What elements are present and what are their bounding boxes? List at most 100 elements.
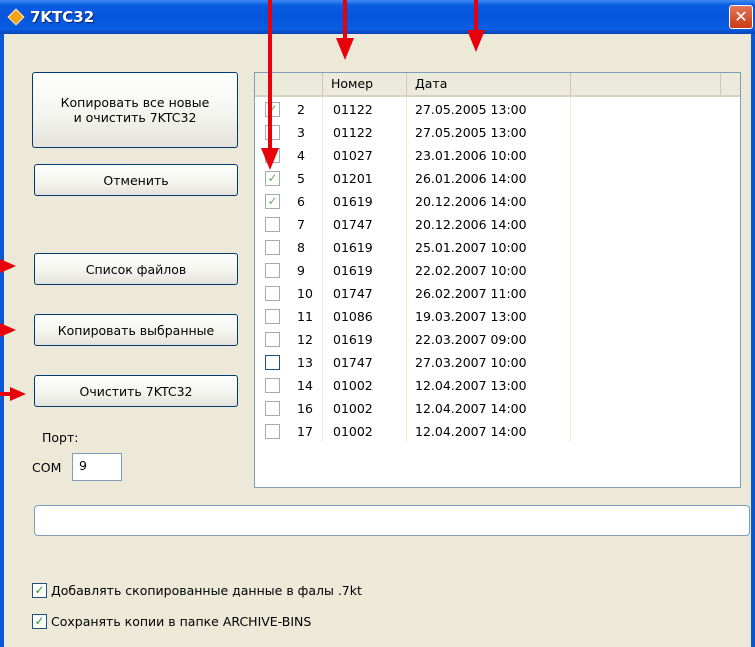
cancel-button[interactable]: Отменить (34, 164, 238, 196)
copy-all-and-clear-button[interactable]: Копировать все новые и очистить 7KTC32 (32, 72, 238, 148)
row-index: 12 (297, 332, 313, 347)
table-row[interactable]: 12 01619 22.03.2007 09:00 (255, 328, 740, 351)
table-row[interactable]: 7 01747 20.12.2006 14:00 (255, 213, 740, 236)
row-checkbox[interactable] (265, 217, 280, 232)
row-checkbox[interactable] (265, 286, 280, 301)
row-date: 26.02.2007 11:00 (415, 286, 527, 301)
annotation-arrow-head (10, 387, 26, 401)
annotation-arrow-shaft (268, 0, 272, 150)
row-date: 23.01.2006 10:00 (415, 148, 527, 163)
table-row[interactable]: ✓ 6 01619 20.12.2006 14:00 (255, 190, 740, 213)
copy-selected-button[interactable]: Копировать выбранные (34, 314, 238, 346)
row-checkbox[interactable]: ✓ (265, 194, 280, 209)
row-index: 3 (297, 125, 305, 140)
row-checkbox[interactable] (265, 401, 280, 416)
row-index: 11 (297, 309, 313, 324)
header-check-column[interactable] (255, 73, 323, 95)
row-index: 10 (297, 286, 313, 301)
table-row[interactable]: 14 01002 12.04.2007 13:00 (255, 374, 740, 397)
row-number: 01122 (333, 125, 373, 140)
file-listview[interactable]: Номер Дата ✓ 2 01122 27.05.2005 13:00 3 01122… (254, 72, 741, 488)
annotation-arrow-head (261, 148, 279, 170)
row-date: 20.12.2006 14:00 (415, 217, 527, 232)
row-number: 01747 (333, 217, 373, 232)
header-empty-column[interactable] (571, 73, 721, 95)
row-date: 12.04.2007 14:00 (415, 401, 527, 416)
row-number: 01201 (333, 171, 373, 186)
row-number: 01086 (333, 309, 373, 324)
table-row[interactable]: ✓ 2 01122 27.05.2005 13:00 (255, 98, 740, 121)
table-row[interactable]: ✓ 5 01201 26.01.2006 14:00 (255, 167, 740, 190)
list-header: Номер Дата (255, 73, 740, 97)
row-index: 8 (297, 240, 305, 255)
row-checkbox[interactable]: ✓ (265, 171, 280, 186)
title-bar[interactable]: 7KTC32 ✕ (0, 0, 755, 34)
row-number: 01002 (333, 424, 373, 439)
row-number: 01619 (333, 194, 373, 209)
com-prefix: COM (32, 460, 62, 475)
row-number: 01027 (333, 148, 373, 163)
row-number: 01619 (333, 263, 373, 278)
row-date: 27.05.2005 13:00 (415, 102, 527, 117)
row-number: 01002 (333, 378, 373, 393)
table-row[interactable]: 13 01747 27.03.2007 10:00 (255, 351, 740, 374)
window-title: 7KTC32 (30, 8, 95, 26)
port-label: Порт: (42, 430, 79, 445)
row-index: 4 (297, 148, 305, 163)
table-row[interactable]: 17 01002 12.04.2007 14:00 (255, 420, 740, 443)
annotation-arrow-head (336, 38, 354, 60)
archive-copies-checkbox[interactable]: ✓ (32, 613, 47, 629)
archive-copies-option[interactable]: ✓ Сохранять копии в папке ARCHIVE-BINS (32, 612, 311, 630)
row-number: 01002 (333, 401, 373, 416)
row-index: 17 (297, 424, 313, 439)
row-checkbox[interactable] (265, 309, 280, 324)
table-row[interactable]: 9 01619 22.02.2007 10:00 (255, 259, 740, 282)
row-checkbox[interactable] (265, 378, 280, 393)
header-number[interactable]: Номер (323, 73, 407, 95)
row-index: 14 (297, 378, 313, 393)
file-list-button[interactable]: Список файлов (34, 253, 238, 285)
table-row[interactable]: 16 01002 12.04.2007 14:00 (255, 397, 740, 420)
annotation-arrow-head (467, 30, 485, 52)
row-date: 27.05.2005 13:00 (415, 125, 527, 140)
row-date: 12.04.2007 14:00 (415, 424, 527, 439)
close-button[interactable]: ✕ (729, 5, 753, 29)
row-date: 12.04.2007 13:00 (415, 378, 527, 393)
table-row[interactable]: 8 01619 25.01.2007 10:00 (255, 236, 740, 259)
row-checkbox[interactable] (265, 263, 280, 278)
row-date: 20.12.2006 14:00 (415, 194, 527, 209)
table-row[interactable]: 3 01122 27.05.2005 13:00 (255, 121, 740, 144)
row-date: 19.03.2007 13:00 (415, 309, 527, 324)
row-date: 22.02.2007 10:00 (415, 263, 527, 278)
main-window: 7KTC32 ✕ Копировать все новые и очистить… (0, 0, 755, 647)
append-7kt-option[interactable]: ✓ Добавлять скопированные данные в фалы … (32, 581, 362, 599)
row-checkbox[interactable] (265, 332, 280, 347)
row-index: 13 (297, 355, 313, 370)
row-index: 5 (297, 171, 305, 186)
row-checkbox[interactable] (265, 240, 280, 255)
table-row[interactable]: 11 01086 19.03.2007 13:00 (255, 305, 740, 328)
row-number: 01747 (333, 355, 373, 370)
row-index: 7 (297, 217, 305, 232)
table-row[interactable]: 10 01747 26.02.2007 11:00 (255, 282, 740, 305)
append-7kt-checkbox[interactable]: ✓ (32, 582, 47, 598)
row-number: 01619 (333, 240, 373, 255)
row-checkbox[interactable] (265, 355, 280, 370)
annotation-arrow-shaft (343, 0, 347, 40)
row-date: 27.03.2007 10:00 (415, 355, 527, 370)
row-index: 9 (297, 263, 305, 278)
row-date: 22.03.2007 09:00 (415, 332, 527, 347)
header-date[interactable]: Дата (407, 73, 571, 95)
annotation-arrow-shaft (474, 0, 478, 32)
row-date: 25.01.2007 10:00 (415, 240, 527, 255)
clear-device-button[interactable]: Очистить 7KTC32 (34, 375, 238, 407)
port-input[interactable]: 9 (72, 453, 122, 481)
archive-copies-label: Сохранять копии в папке ARCHIVE-BINS (51, 613, 312, 629)
row-checkbox[interactable] (265, 424, 280, 439)
annotation-arrow-head (0, 323, 16, 337)
row-number: 01747 (333, 286, 373, 301)
table-row[interactable]: 4 01027 23.01.2006 10:00 (255, 144, 740, 167)
copy-all-line2: и очистить 7KTC32 (73, 110, 197, 125)
row-index: 6 (297, 194, 305, 209)
row-index: 2 (297, 102, 305, 117)
